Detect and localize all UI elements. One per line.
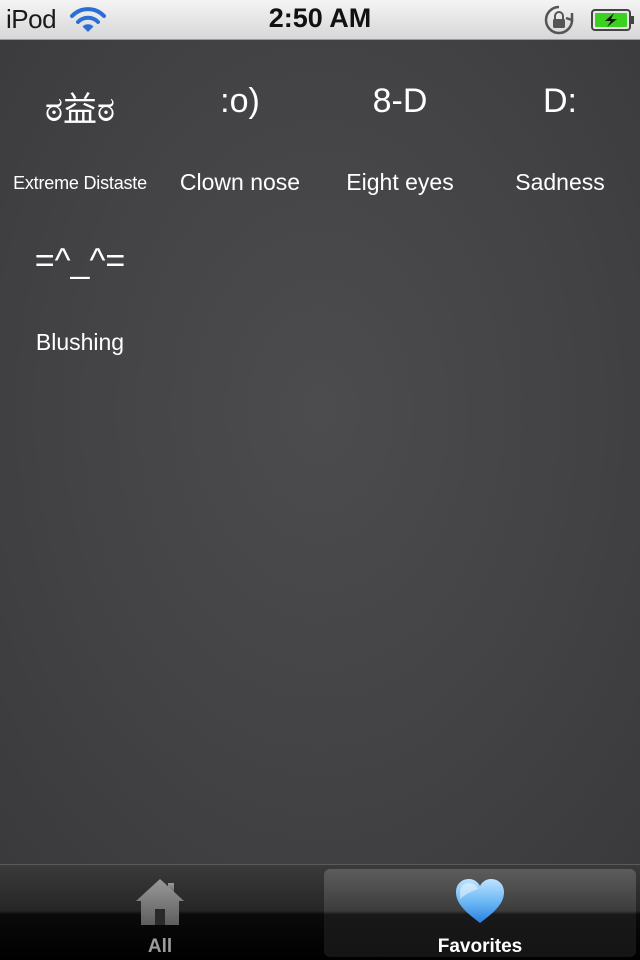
tab-bar: All Favorites <box>0 864 640 960</box>
emoticon-glyph: =^_^= <box>34 242 126 280</box>
emoticon-cell[interactable]: 8-D Eight eyes <box>320 40 480 200</box>
tab-all[interactable]: All <box>4 869 316 957</box>
battery-charging-icon <box>591 9 634 31</box>
emoticon-label: Sadness <box>515 169 605 195</box>
favorites-grid-area: ಠ益ಠ Extreme Distaste :o) Clown nose 8-D … <box>0 40 640 864</box>
tab-favorites-label: Favorites <box>437 936 523 957</box>
emoticon-glyph: 8-D <box>372 82 428 120</box>
app-screen: iPod 2:50 AM ಠ益ಠ Extreme Distaste:o) Cl… <box>0 0 640 960</box>
house-icon <box>136 879 184 925</box>
emoticon-cell[interactable]: D: Sadness <box>480 40 640 200</box>
tab-favorites[interactable]: Favorites <box>324 869 636 957</box>
emoticon-label: Eight eyes <box>346 169 454 195</box>
emoticon-glyph: D: <box>543 82 577 120</box>
emoticon-label: Clown nose <box>179 169 301 195</box>
emoticon-label: Extreme Distaste <box>13 173 147 193</box>
emoticon-glyph: :o) <box>220 82 260 120</box>
heart-icon <box>456 879 504 923</box>
emoticon-label: Blushing <box>35 329 125 355</box>
tab-all-label: All <box>147 936 173 957</box>
emoticon-cell[interactable]: :o) Clown nose <box>160 40 320 200</box>
emoticon-glyph: ಠ益ಠ <box>45 91 115 129</box>
status-bar: iPod 2:50 AM <box>0 0 640 40</box>
emoticon-cell[interactable]: ಠ益ಠ Extreme Distaste <box>0 40 160 200</box>
emoticon-cell[interactable]: =^_^= Blushing <box>0 200 160 360</box>
rotation-lock-icon <box>544 5 574 35</box>
